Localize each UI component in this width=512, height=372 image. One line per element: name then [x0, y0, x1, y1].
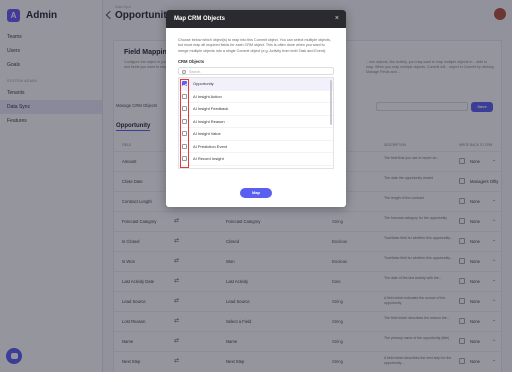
crm-object-item[interactable]: AI Insight Feedback — [179, 103, 333, 116]
checkbox-highlight-box — [180, 79, 189, 169]
crm-object-item[interactable]: AI Insight Reason — [179, 116, 333, 129]
crm-object-item[interactable]: AI Insight Value — [179, 128, 333, 141]
crm-object-item[interactable]: AI Prediction Event — [179, 141, 333, 154]
crm-object-label: Opportunity — [193, 81, 214, 87]
crm-objects-list: Opportunity AI Insight Action AI Insight F… — [178, 77, 334, 170]
modal-title: Map CRM Objects — [174, 16, 226, 22]
crm-object-label: AI Insight Feedback — [193, 106, 229, 112]
map-crm-objects-modal: Map CRM Objects × Choose below which obj… — [166, 10, 346, 207]
map-button[interactable]: Map — [240, 188, 272, 198]
crm-object-item[interactable]: AI Record Insight — [179, 153, 333, 166]
list-scrollbar[interactable] — [330, 80, 332, 126]
crm-object-label: AI Prediction Event — [193, 143, 228, 149]
close-icon[interactable]: × — [335, 10, 339, 28]
crm-object-item[interactable]: AI Insight Action — [179, 91, 333, 104]
crm-object-label: AI Insight Value — [193, 131, 221, 137]
modal-description: Choose below which object(s) to map into… — [178, 38, 331, 53]
crm-object-label: AI Insight Action — [193, 93, 222, 99]
crm-object-item[interactable]: Opportunity — [179, 78, 333, 91]
crm-objects-label: CRM Objects — [178, 59, 205, 65]
modal-header: Map CRM Objects × — [166, 10, 346, 28]
search-placeholder: Search — [189, 69, 201, 74]
object-rows: Opportunity AI Insight Action AI Insight F… — [179, 78, 333, 166]
object-search-input[interactable]: Search — [178, 67, 334, 76]
crm-object-label: AI Record Insight — [193, 156, 224, 162]
search-icon — [182, 69, 186, 74]
crm-object-label: AI Insight Reason — [193, 118, 225, 124]
